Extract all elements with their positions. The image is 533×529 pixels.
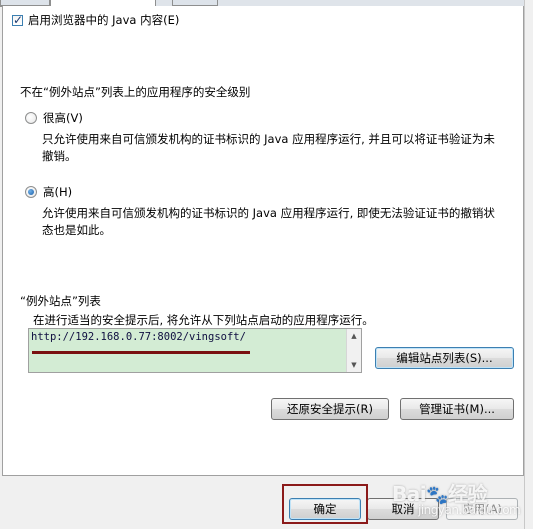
high-label: 高(H) [43, 185, 73, 199]
security-level-heading: 不在“例外站点”列表上的应用程序的安全级别 [20, 85, 251, 99]
security-tab-panel: ✓ 启用浏览器中的 Java 内容(E) 不在“例外站点”列表上的应用程序的安全… [2, 6, 524, 476]
checkmark-icon: ✓ [13, 13, 24, 27]
window-right-edge [524, 0, 533, 529]
baidu-watermark: Bai🐾经验 jingyan.baidu.com [392, 478, 521, 517]
watermark-url: jingyan.baidu.com [418, 503, 521, 517]
enable-java-label: 启用浏览器中的 Java 内容(E) [28, 13, 180, 27]
exception-sites-hint: 在进行适当的安全提示后, 将允许从下列站点启动的应用程序运行。 [33, 313, 374, 327]
enable-java-checkbox[interactable]: ✓ [12, 13, 24, 27]
java-control-panel-window: ✓ 启用浏览器中的 Java 内容(E) 不在“例外站点”列表上的应用程序的安全… [0, 0, 533, 529]
very-high-description: 只允许使用来自可信颁发机构的证书标识的 Java 应用程序运行, 并且可以将证书… [42, 132, 495, 163]
high-radio[interactable] [25, 186, 37, 198]
scroll-up-icon[interactable]: ▲ [347, 331, 361, 341]
annotation-highlight-box [282, 484, 368, 524]
exception-sites-title: “例外站点”列表 [20, 294, 101, 308]
manage-certificates-button[interactable]: 管理证书(M)... [400, 398, 514, 420]
edit-site-list-button[interactable]: 编辑站点列表(S)... [375, 347, 514, 369]
exception-site-entry[interactable]: http://192.168.0.77:8002/vingsoft/ [31, 331, 246, 343]
sites-list-scrollbar[interactable]: ▲ ▼ [346, 329, 361, 372]
very-high-radio[interactable] [25, 112, 37, 124]
restore-security-prompts-button[interactable]: 还原安全提示(R) [271, 398, 389, 420]
very-high-label: 很高(V) [43, 111, 83, 125]
high-description: 允许使用来自可信颁发机构的证书标识的 Java 应用程序运行, 即使无法验证证书… [42, 206, 495, 237]
annotation-underline [32, 351, 250, 354]
radio-selected-dot [28, 189, 34, 195]
exception-sites-list[interactable]: http://192.168.0.77:8002/vingsoft/ ▲ ▼ [28, 328, 362, 373]
scroll-down-icon[interactable]: ▼ [347, 360, 361, 370]
